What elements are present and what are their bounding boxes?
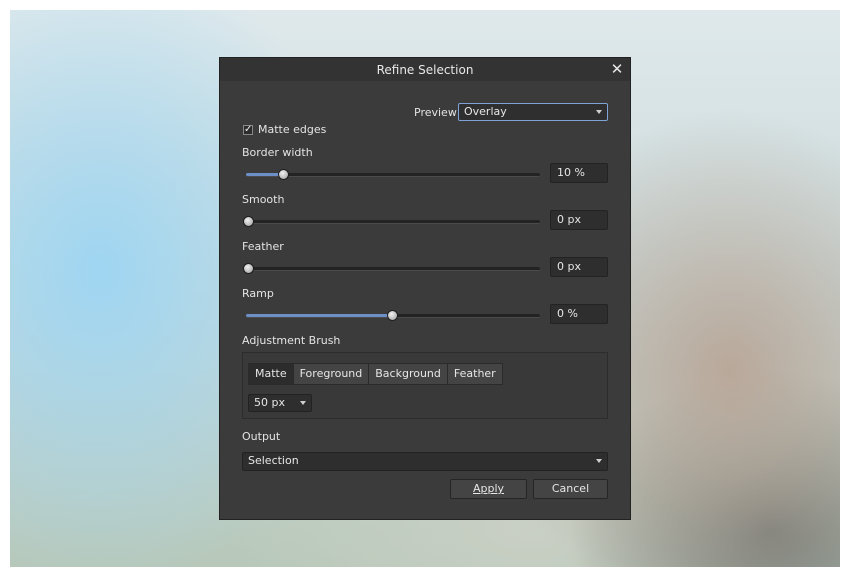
brush-mode-feather[interactable]: Feather: [447, 363, 503, 385]
preview-value: Overlay: [464, 105, 507, 118]
adjustment-brush-label: Adjustment Brush: [242, 334, 341, 347]
output-value: Selection: [248, 454, 299, 467]
brush-size-value: 50 px: [254, 396, 285, 409]
chevron-down-icon: [300, 401, 306, 405]
output-label: Output: [242, 430, 281, 443]
ramp-slider-handle[interactable]: [387, 310, 399, 321]
apply-button[interactable]: Apply: [450, 479, 527, 499]
chevron-down-icon: [596, 459, 602, 463]
smooth-slider-handle[interactable]: [243, 216, 254, 227]
border-width-slider-handle[interactable]: [278, 169, 290, 180]
feather-label: Feather: [242, 240, 284, 253]
refine-selection-dialog: Refine Selection ✕ Preview Overlay ✓ Mat…: [219, 57, 631, 520]
border-width-label: Border width: [242, 146, 313, 159]
feather-slider-handle[interactable]: [243, 263, 254, 274]
feather-slider[interactable]: [243, 263, 540, 274]
matte-edges-checkbox[interactable]: ✓: [243, 125, 253, 135]
cancel-button-label: Cancel: [551, 482, 590, 495]
ramp-slider[interactable]: [246, 310, 540, 321]
brush-mode-foreground[interactable]: Foreground: [293, 363, 370, 385]
preview-dropdown[interactable]: Overlay: [458, 103, 608, 121]
ramp-value-field[interactable]: 0 %: [550, 304, 608, 324]
smooth-value-field[interactable]: 0 px: [550, 210, 608, 230]
close-icon[interactable]: ✕: [608, 60, 626, 78]
adjustment-brush-panel: Matte Foreground Background Feather 50 px: [242, 352, 608, 419]
ramp-label: Ramp: [242, 287, 274, 300]
brush-mode-matte[interactable]: Matte: [248, 363, 294, 385]
border-width-slider[interactable]: [246, 169, 540, 180]
border-width-value-field[interactable]: 10 %: [550, 163, 608, 183]
matte-edges-label: Matte edges: [258, 123, 327, 136]
preview-label: Preview: [414, 106, 457, 119]
brush-mode-background[interactable]: Background: [369, 363, 448, 385]
smooth-label: Smooth: [242, 193, 285, 206]
smooth-slider[interactable]: [243, 216, 540, 227]
checkmark-icon: ✓: [244, 124, 253, 135]
ramp-slider-fill: [246, 314, 391, 317]
border-width-slider-fill: [246, 173, 282, 176]
dialog-titlebar: Refine Selection ✕: [220, 58, 630, 81]
chevron-down-icon: [596, 110, 602, 114]
output-dropdown[interactable]: Selection: [242, 452, 608, 471]
apply-button-label: Apply: [472, 482, 505, 495]
dialog-title: Refine Selection: [376, 62, 474, 77]
feather-value-field[interactable]: 0 px: [550, 257, 608, 277]
cancel-button[interactable]: Cancel: [533, 479, 608, 499]
brush-mode-selector: Matte Foreground Background Feather: [248, 363, 503, 385]
brush-size-dropdown[interactable]: 50 px: [248, 394, 312, 412]
